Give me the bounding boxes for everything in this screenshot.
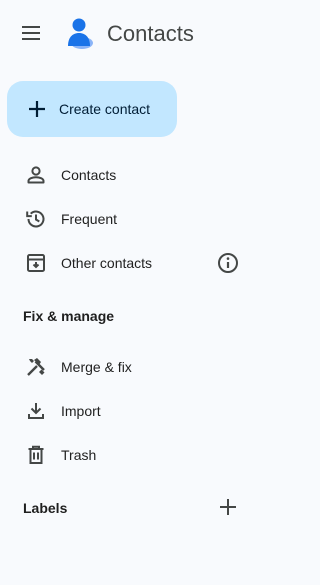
nav-item-trash[interactable]: Trash: [0, 435, 273, 475]
tools-icon: [27, 358, 45, 376]
person-icon: [27, 166, 45, 184]
nav-item-other-contacts[interactable]: Other contacts: [0, 243, 273, 283]
app-header: Contacts: [0, 0, 273, 68]
download-icon: [28, 403, 44, 419]
plus-icon: [220, 499, 236, 515]
contacts-logo-icon: [68, 18, 93, 49]
nav-item-label: Import: [61, 403, 101, 419]
nav-item-frequent[interactable]: Frequent: [0, 199, 273, 239]
nav-item-import[interactable]: Import: [0, 391, 273, 431]
nav-item-contacts[interactable]: Contacts: [0, 155, 273, 195]
create-contact-button[interactable]: Create contact: [7, 81, 177, 137]
app-title[interactable]: Contacts: [107, 20, 194, 48]
trash-icon: [28, 445, 44, 464]
create-contact-label: Create contact: [59, 101, 151, 117]
section-title-labels: Labels: [23, 500, 68, 516]
plus-icon: [29, 101, 45, 117]
nav-item-merge-fix[interactable]: Merge & fix: [0, 347, 273, 387]
nav-item-label: Contacts: [61, 167, 117, 183]
nav-item-label: Other contacts: [61, 255, 153, 271]
nav-item-label: Frequent: [61, 211, 118, 227]
nav-item-label: Trash: [61, 447, 97, 463]
main-menu-button[interactable]: [13, 15, 49, 51]
info-icon[interactable]: [216, 251, 240, 275]
contacts-logo[interactable]: [63, 16, 97, 50]
archive-icon: [27, 254, 45, 272]
section-title-fix-manage: Fix & manage: [23, 308, 115, 324]
hamburger-menu-icon: [22, 26, 40, 40]
nav-item-label: Merge & fix: [61, 359, 132, 375]
add-label-button[interactable]: [212, 491, 244, 523]
history-icon: [26, 210, 45, 228]
